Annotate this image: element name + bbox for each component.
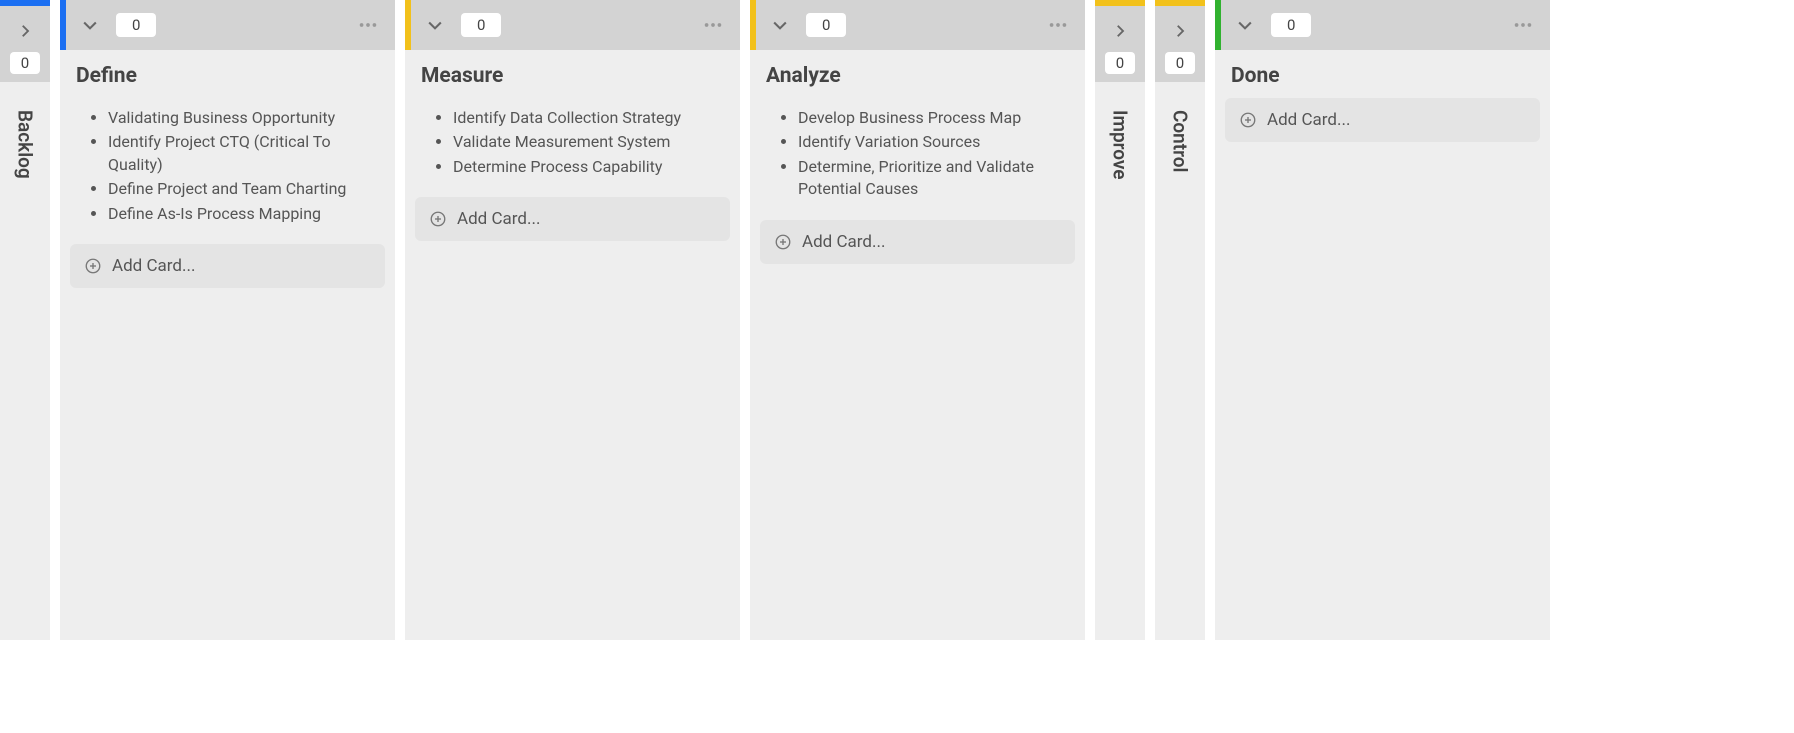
chevron-right-icon: [16, 22, 34, 40]
chevron-down-icon: [425, 15, 445, 35]
add-card-label: Add Card...: [112, 256, 195, 276]
column-define: 0 Define Validating Business Opportunity…: [60, 0, 395, 640]
list-item: Determine, Prioritize and Validate Poten…: [798, 155, 1065, 202]
add-card-button[interactable]: Add Card...: [415, 197, 730, 241]
collapse-column-button[interactable]: [1231, 11, 1259, 39]
add-card-label: Add Card...: [802, 232, 885, 252]
column-header: 0: [1095, 6, 1145, 82]
column-title: Improve: [1109, 110, 1132, 179]
add-card-label: Add Card...: [1267, 110, 1350, 130]
more-horizontal-icon: [1512, 14, 1534, 36]
chevron-down-icon: [1235, 15, 1255, 35]
column-title: Done: [1215, 50, 1550, 98]
list-item: Define Project and Team Charting: [108, 177, 375, 201]
column-header: 0: [405, 0, 740, 50]
collapse-column-button[interactable]: [421, 11, 449, 39]
column-more-button[interactable]: [353, 10, 383, 40]
column-header: 0: [750, 0, 1085, 50]
more-horizontal-icon: [702, 14, 724, 36]
column-more-button[interactable]: [1508, 10, 1538, 40]
column-count-badge: 0: [116, 13, 156, 37]
card[interactable]: Validating Business Opportunity Identify…: [70, 98, 385, 234]
add-card-button[interactable]: Add Card...: [760, 220, 1075, 264]
column-header: 0: [60, 0, 395, 50]
column-count-badge: 0: [1105, 52, 1135, 74]
column-more-button[interactable]: [698, 10, 728, 40]
column-done: 0 Done Add Card...: [1215, 0, 1550, 640]
expand-column-button[interactable]: [8, 14, 42, 48]
add-card-label: Add Card...: [457, 209, 540, 229]
list-item: Validating Business Opportunity: [108, 106, 375, 130]
column-count-badge: 0: [806, 13, 846, 37]
column-backlog: 0 Backlog: [0, 0, 50, 640]
column-measure: 0 Measure Identify Data Collection Strat…: [405, 0, 740, 640]
chevron-right-icon: [1111, 22, 1129, 40]
more-horizontal-icon: [357, 14, 379, 36]
column-title: Backlog: [14, 110, 37, 179]
chevron-down-icon: [770, 15, 790, 35]
add-card-button[interactable]: Add Card...: [1225, 98, 1540, 142]
column-header: 0: [1155, 6, 1205, 82]
column-title: Define: [60, 50, 395, 98]
plus-circle-icon: [429, 210, 447, 228]
list-item: Develop Business Process Map: [798, 106, 1065, 130]
column-count-badge: 0: [1165, 52, 1195, 74]
list-item: Identify Project CTQ (Critical To Qualit…: [108, 130, 375, 177]
column-control: 0 Control: [1155, 0, 1205, 640]
card[interactable]: Identify Data Collection Strategy Valida…: [415, 98, 730, 187]
collapse-column-button[interactable]: [76, 11, 104, 39]
collapse-column-button[interactable]: [766, 11, 794, 39]
plus-circle-icon: [1239, 111, 1257, 129]
list-item: Define As-Is Process Mapping: [108, 202, 375, 226]
chevron-down-icon: [80, 15, 100, 35]
more-horizontal-icon: [1047, 14, 1069, 36]
column-title: Measure: [405, 50, 740, 98]
column-title: Control: [1169, 110, 1192, 172]
list-item: Determine Process Capability: [453, 155, 720, 179]
expand-column-button[interactable]: [1103, 14, 1137, 48]
column-analyze: 0 Analyze Develop Business Process Map I…: [750, 0, 1085, 640]
plus-circle-icon: [84, 257, 102, 275]
column-header: 0: [0, 6, 50, 82]
plus-circle-icon: [774, 233, 792, 251]
column-count-badge: 0: [1271, 13, 1311, 37]
column-title: Analyze: [750, 50, 1085, 98]
expand-column-button[interactable]: [1163, 14, 1197, 48]
list-item: Identify Data Collection Strategy: [453, 106, 720, 130]
column-header: 0: [1215, 0, 1550, 50]
column-count-badge: 0: [10, 52, 40, 74]
add-card-button[interactable]: Add Card...: [70, 244, 385, 288]
card-list: Identify Data Collection Strategy Valida…: [431, 106, 720, 179]
card-list: Validating Business Opportunity Identify…: [86, 106, 375, 226]
column-improve: 0 Improve: [1095, 0, 1145, 640]
card[interactable]: Develop Business Process Map Identify Va…: [760, 98, 1075, 210]
column-count-badge: 0: [461, 13, 501, 37]
chevron-right-icon: [1171, 22, 1189, 40]
list-item: Identify Variation Sources: [798, 130, 1065, 154]
column-more-button[interactable]: [1043, 10, 1073, 40]
list-item: Validate Measurement System: [453, 130, 720, 154]
card-list: Develop Business Process Map Identify Va…: [776, 106, 1065, 202]
